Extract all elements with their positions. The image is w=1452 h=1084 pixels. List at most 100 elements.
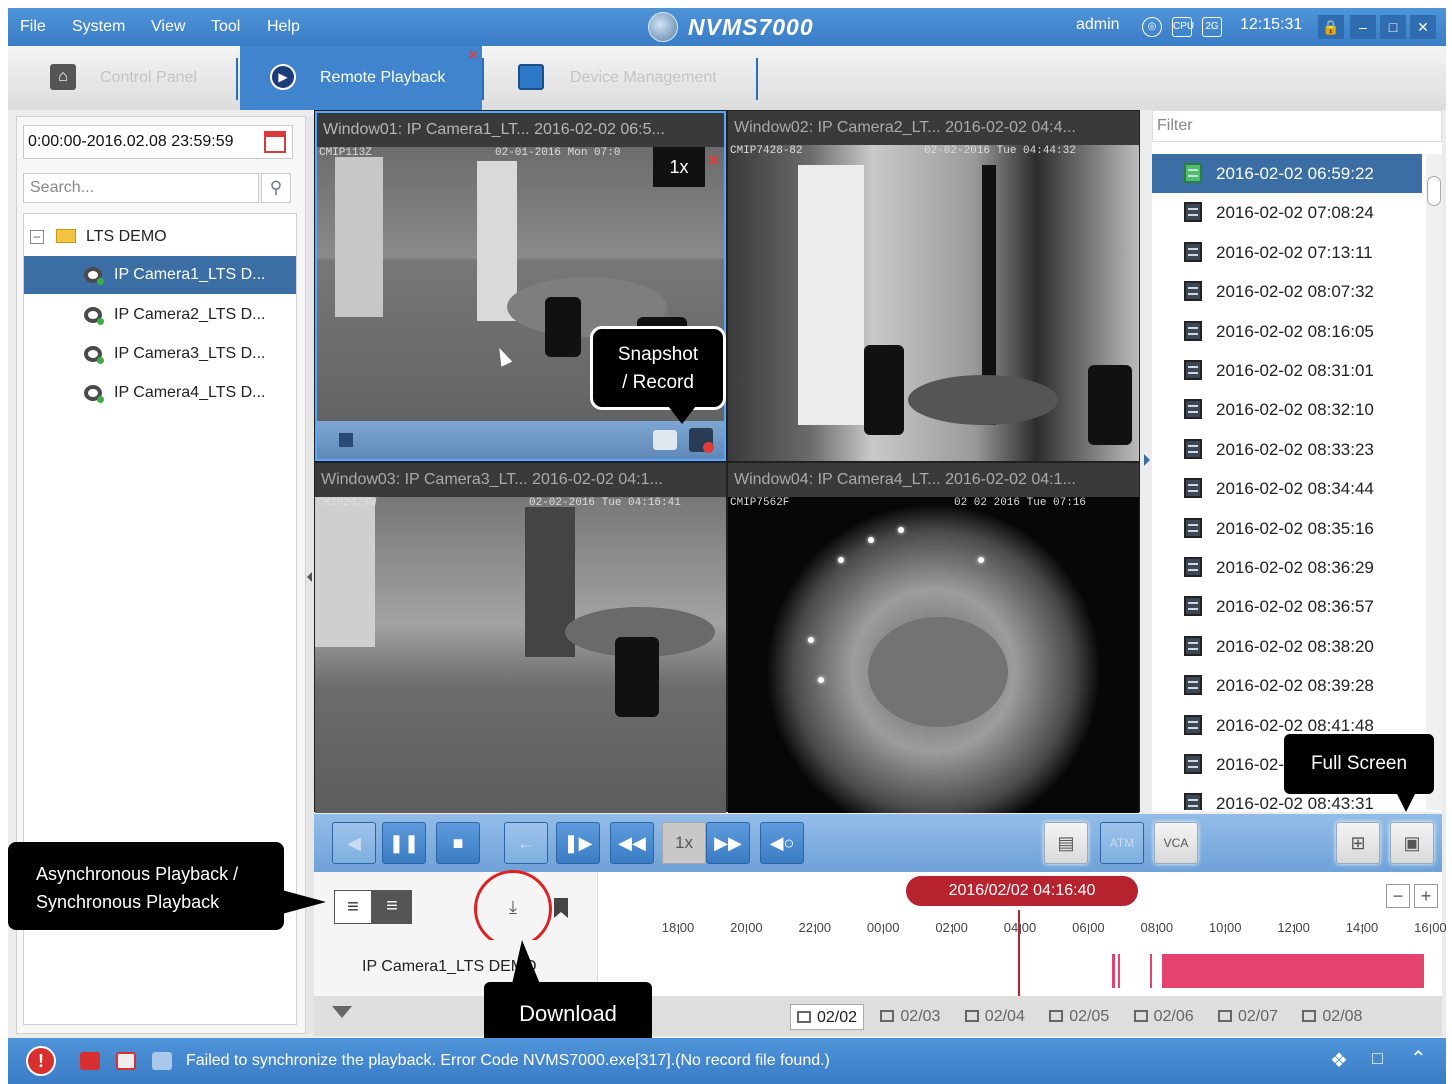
filter-icon[interactable] — [332, 1006, 352, 1018]
record-file-item[interactable]: 2016-02-02 08:36:57 — [1152, 587, 1422, 626]
tree-item-camera3[interactable]: IP Camera3_LTS D... — [24, 335, 296, 373]
video-file-icon — [1184, 714, 1202, 735]
window-icon[interactable]: □ — [1372, 1048, 1383, 1069]
record-segment[interactable] — [1150, 954, 1152, 988]
vca-icon[interactable]: VCA — [1154, 822, 1198, 864]
record-file-item[interactable]: 2016-02-02 08:32:10 — [1152, 390, 1422, 429]
lock-icon[interactable]: 🔒 — [1318, 15, 1344, 39]
filter-input[interactable]: Filter — [1152, 110, 1442, 142]
date-range-field[interactable]: 0:00:00-2016.02.08 23:59:59 — [23, 125, 293, 159]
scrollbar-thumb[interactable] — [1427, 176, 1441, 206]
tab-remote-playback[interactable]: ▶ Remote Playback ✕ — [240, 46, 482, 110]
slow-icon[interactable]: ◀◀ — [610, 822, 654, 864]
window-title: Window04: IP Camera4_LT... 2016-02-02 04… — [728, 463, 1139, 497]
record-segment[interactable] — [1118, 954, 1120, 988]
user-name[interactable]: admin — [1076, 16, 1120, 34]
volume-icon[interactable]: ◀○ — [760, 822, 804, 864]
menu-tool[interactable]: Tool — [211, 18, 240, 36]
stop-icon[interactable]: ■ — [436, 822, 480, 864]
maximize-icon[interactable]: □ — [1380, 15, 1406, 39]
playback-window-4[interactable]: Window04: IP Camera4_LT... 2016-02-02 04… — [728, 463, 1139, 813]
record-file-time: 2016-02-02 08:33:23 — [1216, 439, 1374, 459]
atm-icon[interactable]: ATM — [1100, 822, 1144, 864]
sync-playback-button[interactable]: ≡ — [372, 890, 412, 924]
download-icon[interactable]: ⤓ — [500, 894, 526, 920]
menu-file[interactable]: File — [20, 18, 46, 36]
file-list-icon[interactable]: ▤ — [1044, 822, 1088, 864]
collapse-icon[interactable]: – — [30, 230, 44, 244]
network-icon[interactable]: 2G — [1202, 17, 1222, 37]
menu-view[interactable]: View — [151, 18, 185, 36]
record-file-item[interactable]: 2016-02-02 08:33:23 — [1152, 430, 1422, 469]
playback-window-2[interactable]: Window02: IP Camera2_LT... 2016-02-02 04… — [728, 111, 1139, 461]
bookmark-icon[interactable] — [554, 898, 568, 918]
record-file-item[interactable]: 2016-02-02 07:13:11 — [1152, 233, 1422, 272]
alarm-list-icon[interactable] — [116, 1052, 136, 1070]
record-file-item[interactable]: 2016-02-02 08:36:29 — [1152, 548, 1422, 587]
reverse-play-icon[interactable]: ◀ — [332, 822, 376, 864]
record-file-item[interactable]: 2016-02-02 08:31:01 — [1152, 351, 1422, 390]
snapshot-icon[interactable] — [653, 430, 677, 450]
callout-text: Snapshot — [617, 344, 699, 365]
record-segment[interactable] — [1112, 954, 1115, 988]
mouse-cursor-icon — [493, 345, 513, 367]
record-file-item[interactable]: 2016-02-02 06:59:22 — [1152, 154, 1422, 193]
pause-icon[interactable]: ❚❚ — [382, 822, 426, 864]
alarm-icon[interactable]: ! — [26, 1046, 56, 1076]
tab-device-management[interactable]: Device Management — [486, 46, 758, 110]
fullscreen-icon[interactable]: ▣ — [1390, 822, 1434, 864]
record-file-item[interactable]: 2016-02-02 08:39:28 — [1152, 666, 1422, 705]
tree-group[interactable]: – LTS DEMO — [24, 218, 296, 256]
audio-icon[interactable] — [152, 1052, 172, 1070]
layout-icon[interactable]: ⊞ — [1336, 822, 1380, 864]
record-file-item[interactable]: 2016-02-02 07:08:24 — [1152, 193, 1422, 232]
record-file-item[interactable]: 2016-02-02 08:38:20 — [1152, 627, 1422, 666]
day-tab[interactable]: 02/08 — [1302, 1004, 1362, 1030]
search-icon[interactable]: ⚲ — [261, 173, 291, 203]
menu-help[interactable]: Help — [267, 18, 300, 36]
record-file-item[interactable]: 2016-02-02 08:16:05 — [1152, 312, 1422, 351]
day-tab[interactable]: 02/03 — [880, 1004, 940, 1030]
day-tab[interactable]: 02/04 — [964, 1004, 1025, 1030]
tab-close-icon[interactable]: ✕ — [468, 48, 478, 62]
timeline-cursor[interactable] — [1018, 910, 1020, 996]
step-back-icon[interactable]: ← — [504, 822, 548, 864]
async-playback-button[interactable]: ≡ — [334, 890, 372, 924]
close-window-icon[interactable]: ✕ — [707, 151, 720, 171]
record-file-item[interactable]: 2016-02-02 08:35:16 — [1152, 509, 1422, 548]
record-file-item[interactable]: 2016-02-02 08:34:44 — [1152, 469, 1422, 508]
expand-icon[interactable]: ⌃ — [1410, 1046, 1427, 1071]
zoom-out-button[interactable]: − — [1386, 884, 1410, 908]
collapse-right-icon[interactable] — [1144, 454, 1150, 466]
globe-icon[interactable]: ◎ — [1142, 17, 1162, 37]
menu-system[interactable]: System — [72, 18, 125, 36]
zoom-in-button[interactable]: + — [1414, 884, 1438, 908]
tab-divider — [756, 58, 758, 100]
day-tab[interactable]: 02/06 — [1133, 1004, 1194, 1030]
cpu-icon[interactable]: CPU — [1172, 17, 1194, 37]
record-segment[interactable] — [1162, 954, 1424, 988]
step-forward-icon[interactable]: ❚▶ — [556, 822, 600, 864]
tree-item-camera1[interactable]: IP Camera1_LTS D... — [24, 256, 296, 294]
search-input[interactable]: Search... — [23, 173, 259, 203]
day-tab[interactable]: 02/05 — [1049, 1004, 1109, 1030]
tree-item-camera2[interactable]: IP Camera2_LTS D... — [24, 296, 296, 334]
record-file-item[interactable]: 2016-02-02 08:07:32 — [1152, 272, 1422, 311]
alarm-output-icon[interactable] — [80, 1052, 100, 1070]
calendar-day-icon — [1133, 1010, 1148, 1022]
minimize-icon[interactable]: – — [1350, 15, 1376, 39]
tree-item-camera4[interactable]: IP Camera4_LTS D... — [24, 374, 296, 412]
file-list-scrollbar[interactable] — [1426, 154, 1442, 810]
day-tab[interactable]: 02/07 — [1218, 1004, 1278, 1030]
record-icon[interactable] — [689, 428, 714, 453]
calendar-icon[interactable] — [264, 131, 286, 153]
day-tab[interactable]: 02/02 — [790, 1004, 865, 1030]
close-icon[interactable]: ✕ — [1410, 15, 1436, 39]
window-title: Window03: IP Camera3_LT... 2016-02-02 04… — [315, 463, 726, 497]
pin-icon[interactable]: ❖ — [1330, 1048, 1348, 1073]
playback-window-3[interactable]: Window03: IP Camera3_LT... 2016-02-02 04… — [315, 463, 726, 813]
collapse-left-icon[interactable] — [307, 572, 312, 582]
fast-icon[interactable]: ▶▶ — [706, 822, 750, 864]
tab-control-panel[interactable]: ⌂ Control Panel — [8, 46, 238, 110]
stop-icon[interactable] — [339, 433, 353, 447]
